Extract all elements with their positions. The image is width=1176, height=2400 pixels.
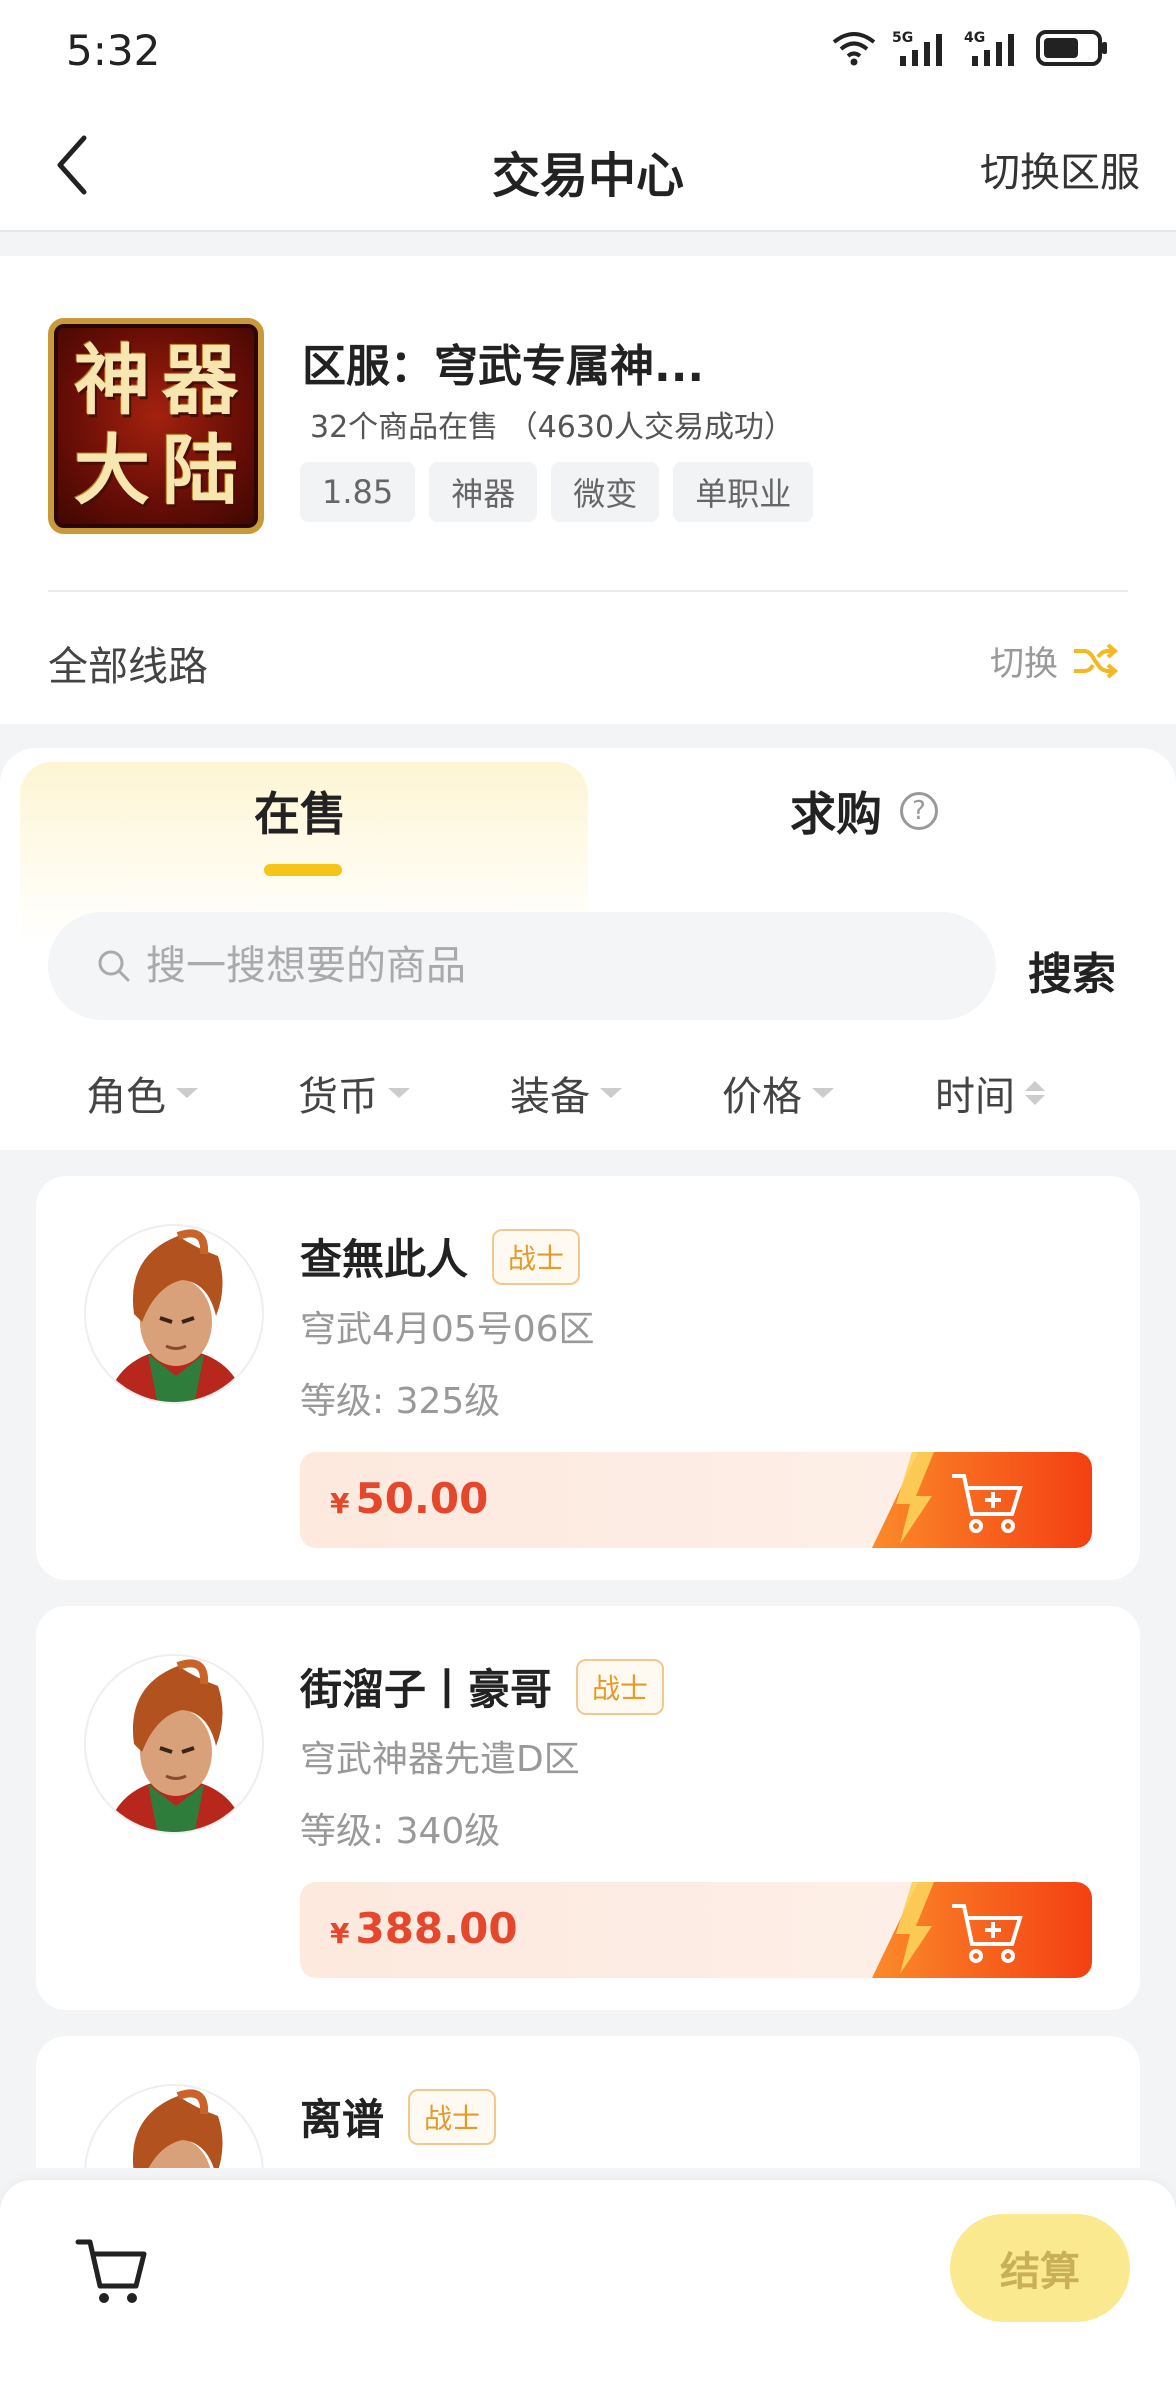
product-card[interactable]: 街溜子丨豪哥 战士 穹武神器先遣D区 等级: 340级 ¥ 388.00 [36, 1606, 1140, 2010]
filter-label: 价格 [722, 1074, 802, 1120]
product-list: 查無此人 战士 穹武4月05号06区 等级: 325级 ¥ 50.00 街溜子丨… [36, 1176, 1140, 2168]
caret-down-icon [812, 1088, 834, 1098]
route-switch-button[interactable]: 切换 [990, 636, 1118, 685]
filter-label: 角色 [86, 1074, 166, 1120]
item-title: 查無此人 战士 [300, 1226, 581, 1287]
caret-down-icon [600, 1088, 622, 1098]
character-avatar [84, 1654, 264, 1834]
tab-buy-request[interactable]: 求购 ? [790, 778, 938, 844]
item-price: ¥ 388.00 [330, 1904, 518, 1953]
search-icon [98, 950, 130, 982]
filter-price[interactable]: 价格 [672, 1048, 884, 1138]
filter-label: 货币 [298, 1074, 378, 1120]
price-bar: ¥ 50.00 [300, 1452, 1092, 1548]
class-badge: 战士 [576, 1658, 665, 1715]
server-info-card: 神 器 大 陆 区服：穹武专属神... 32个商品在售 （4630人交易成功） … [0, 256, 1176, 724]
tab-buy-label: 求购 [790, 787, 882, 841]
item-title: 街溜子丨豪哥 战士 [300, 1656, 665, 1717]
item-price: ¥ 50.00 [330, 1474, 488, 1523]
class-badge: 战士 [408, 2088, 497, 2145]
item-title: 离谱 战士 [300, 2086, 497, 2147]
filter-time[interactable]: 时间 [884, 1048, 1096, 1138]
character-avatar [84, 1224, 264, 1404]
filter-label: 装备 [510, 1074, 590, 1120]
cart-icon[interactable] [74, 2232, 150, 2308]
logo-char: 大 [74, 426, 150, 515]
status-bar: 5:32 5G 4G [0, 0, 1176, 100]
filter-role[interactable]: 角色 [36, 1048, 248, 1138]
sort-icon [1025, 1081, 1045, 1105]
signal-5g-icon: 5G [892, 30, 942, 66]
server-stats: 32个商品在售 （4630人交易成功） [310, 410, 795, 445]
item-server: 穹武神器先遣D区 [300, 1739, 580, 1780]
class-badge: 战士 [492, 1228, 581, 1285]
route-switch-label: 切换 [990, 644, 1058, 684]
product-card[interactable]: 离谱 战士 [36, 2036, 1140, 2168]
add-to-cart-button[interactable] [872, 1452, 1092, 1548]
status-time: 5:32 [66, 26, 161, 75]
net2-label: 4G [964, 30, 985, 46]
logo-char: 陆 [162, 426, 238, 515]
status-icons: 5G 4G [832, 28, 1110, 68]
add-to-cart-button[interactable] [872, 1882, 1092, 1978]
price-bar: ¥ 388.00 [300, 1882, 1092, 1978]
product-card[interactable]: 查無此人 战士 穹武4月05号06区 等级: 325级 ¥ 50.00 [36, 1176, 1140, 1580]
search-bar [48, 912, 996, 1020]
shuffle-icon [1074, 642, 1118, 679]
server-tag: 微变 [551, 462, 660, 522]
logo-char: 器 [162, 336, 238, 425]
server-tag: 单职业 [673, 462, 814, 522]
price-value: 50.00 [355, 1474, 489, 1523]
signal-4g-icon: 4G [964, 30, 1014, 66]
character-name: 离谱 [300, 2095, 385, 2144]
server-logo: 神 器 大 陆 [48, 318, 264, 534]
logo-char: 神 [74, 336, 150, 425]
character-name: 查無此人 [300, 1235, 469, 1284]
checkout-button[interactable]: 结算 [950, 2214, 1130, 2322]
tab-active-indicator [264, 864, 342, 876]
character-name: 街溜子丨豪哥 [300, 1665, 553, 1714]
route-label: 全部线路 [48, 644, 208, 690]
currency-symbol: ¥ [330, 1917, 350, 1950]
search-button[interactable]: 搜索 [1028, 938, 1116, 1002]
tab-on-sale[interactable]: 在售 [254, 778, 346, 844]
app-header: 交易中心 切换区服 [0, 100, 1176, 232]
currency-symbol: ¥ [330, 1487, 350, 1520]
filter-equipment[interactable]: 装备 [460, 1048, 672, 1138]
market-panel: 在售 求购 ? 搜索 角色 货币 装备 价格 时间 [0, 748, 1176, 1150]
bottom-action-bar: 结算 [0, 2180, 1176, 2400]
caret-down-icon [388, 1088, 410, 1098]
wifi-icon [832, 32, 876, 66]
item-level: 等级: 340级 [300, 1811, 501, 1852]
search-input[interactable] [146, 943, 926, 989]
server-tags: 1.85 神器 微变 单职业 [300, 462, 814, 522]
server-tag: 1.85 [300, 462, 416, 522]
battery-icon [1036, 30, 1107, 66]
item-server: 穹武4月05号06区 [300, 1309, 595, 1350]
question-circle-icon[interactable]: ? [900, 792, 938, 830]
net1-label: 5G [892, 30, 913, 46]
item-level: 等级: 325级 [300, 1381, 501, 1422]
filter-currency[interactable]: 货币 [248, 1048, 460, 1138]
filter-bar: 角色 货币 装备 价格 时间 [0, 1048, 1176, 1138]
switch-server-button[interactable]: 切换区服 [980, 140, 1140, 198]
character-avatar [84, 2084, 264, 2168]
divider [48, 590, 1128, 592]
server-name: 区服：穹武专属神... [302, 341, 705, 392]
caret-down-icon [176, 1088, 198, 1098]
price-value: 388.00 [355, 1904, 518, 1953]
filter-label: 时间 [935, 1074, 1015, 1120]
server-tag: 神器 [429, 462, 538, 522]
